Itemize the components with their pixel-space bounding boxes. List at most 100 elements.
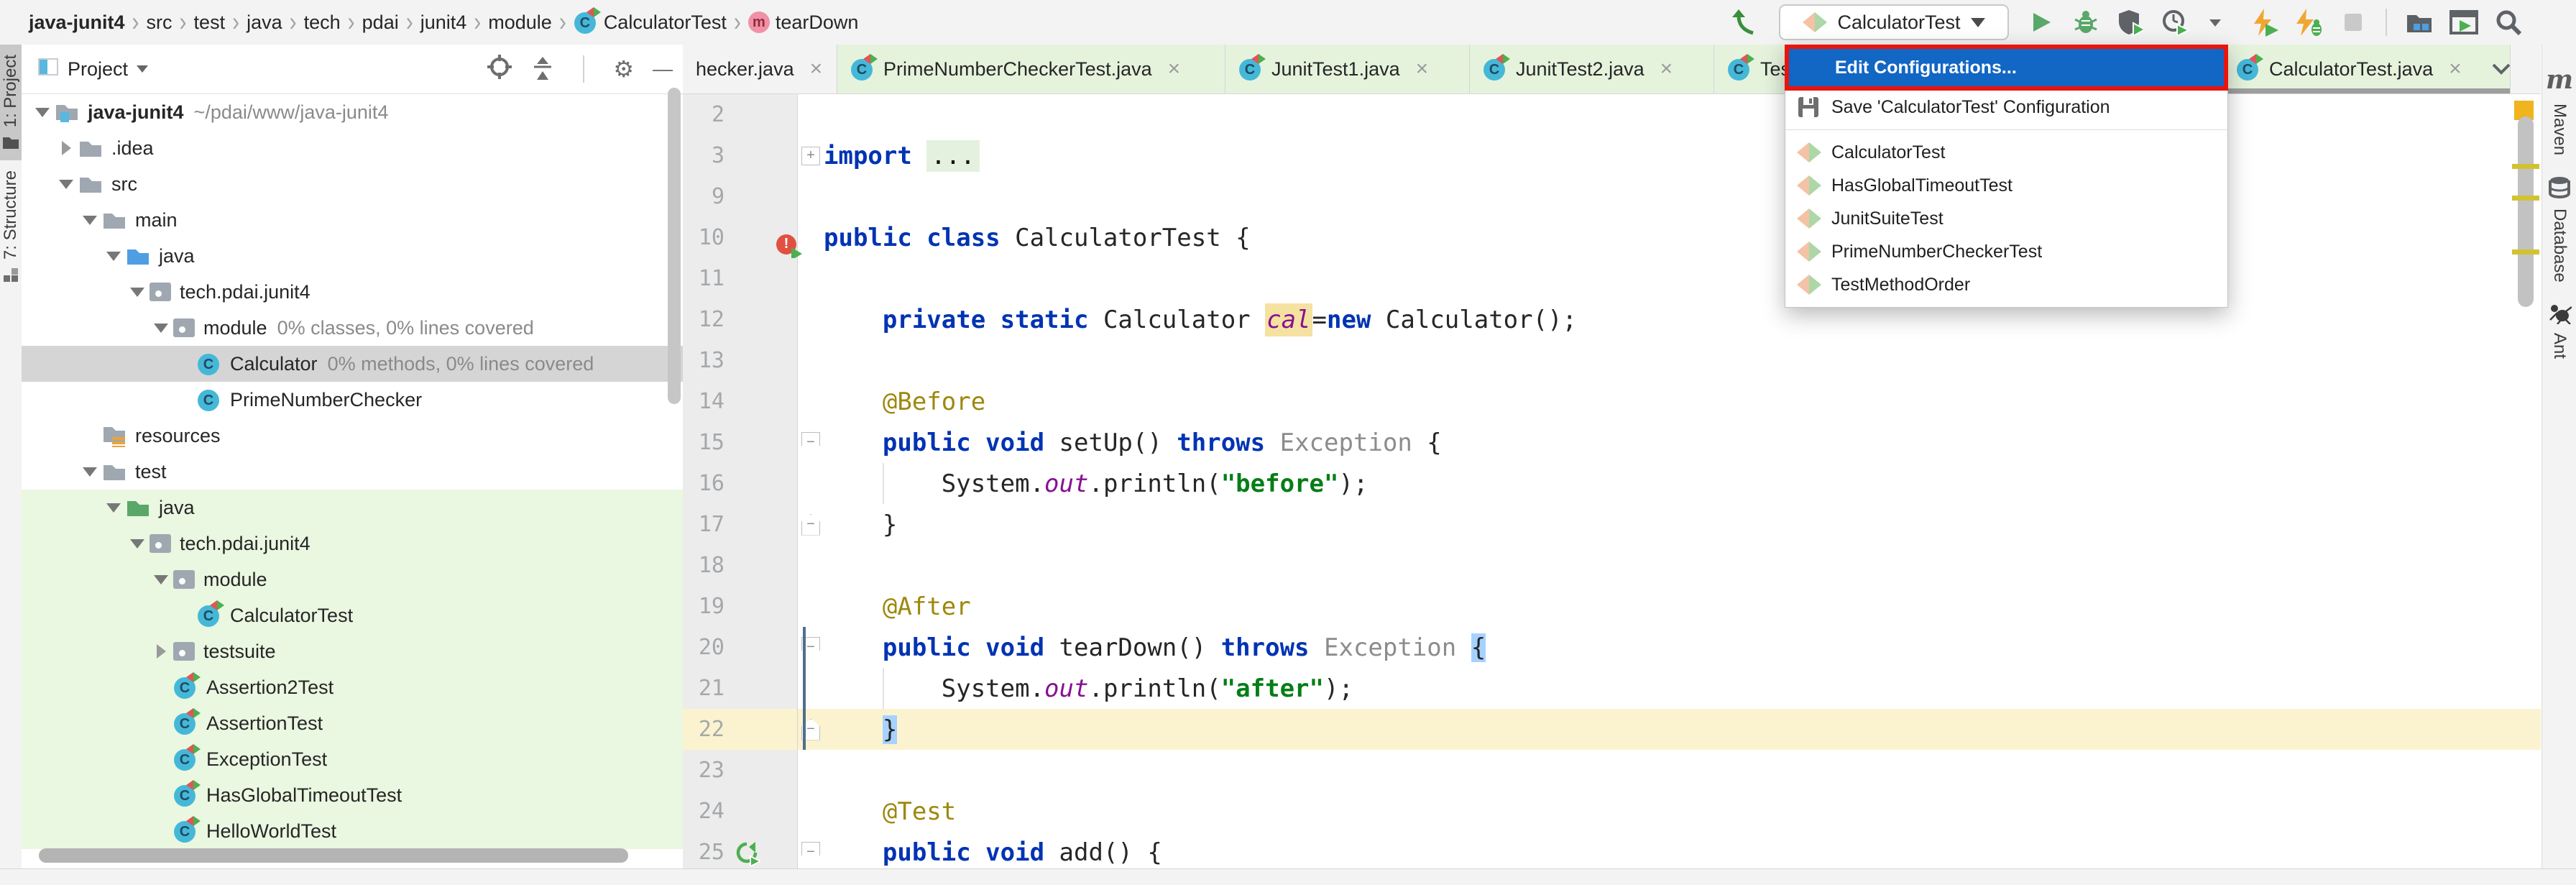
tree-expanded-arrow-icon[interactable] [101, 252, 126, 261]
project-horizontal-scrollbar[interactable] [39, 848, 628, 863]
tab-list-chevron-icon[interactable] [2487, 55, 2516, 83]
menu-item-edit-configurations[interactable]: Edit Configurations... [1785, 45, 2228, 91]
menu-item-hasglobaltimeouttest[interactable]: HasGlobalTimeoutTest [1785, 169, 2227, 202]
menu-item-primenumbercheckertest[interactable]: PrimeNumberCheckerTest [1785, 235, 2227, 268]
fold-collapse-icon[interactable]: − [801, 842, 820, 863]
project-header-locate-button[interactable] [487, 54, 512, 85]
run-window-button[interactable] [2448, 6, 2480, 38]
tab-close-icon[interactable]: × [2449, 57, 2462, 81]
warning-stripe-mark[interactable] [2512, 249, 2539, 255]
stop-button[interactable] [2337, 6, 2369, 38]
profile-arrow-button[interactable] [2204, 6, 2235, 38]
project-view-selector[interactable]: Project [37, 58, 148, 81]
breadcrumb-item-java-junit4[interactable]: java-junit4 [29, 12, 125, 34]
tab-PrimeNumberCheckerTest-java[interactable]: CPrimeNumberCheckerTest.java× [837, 45, 1225, 93]
tree-row-test[interactable]: test [22, 454, 683, 490]
junit-icon [1797, 175, 1821, 196]
stripe-button-ant[interactable]: Ant [2542, 303, 2576, 359]
tree-row-Assertion2Test[interactable]: CAssertion2Test [22, 669, 683, 705]
test-passed-rerun-icon[interactable] [735, 840, 760, 868]
project-header-hide-button[interactable]: — [653, 58, 673, 81]
vcs-update-button[interactable] [1728, 6, 1760, 38]
warning-stripe-mark[interactable] [2512, 164, 2539, 169]
editor-scrollbar[interactable] [2518, 116, 2534, 307]
warning-stripe-mark[interactable] [2512, 196, 2539, 201]
tree-row-HasGlobalTimeoutTest[interactable]: CHasGlobalTimeoutTest [22, 777, 683, 813]
breadcrumb-item-test[interactable]: test [194, 12, 226, 34]
menu-item-calculatortest[interactable]: CalculatorTest [1785, 136, 2227, 169]
tab-close-icon[interactable]: × [1168, 57, 1181, 81]
tree-row-tech-pdai-junit4[interactable]: tech.pdai.junit4 [22, 526, 683, 561]
tree-expanded-arrow-icon[interactable] [30, 108, 55, 117]
stripe-button-7-structure[interactable]: 7: Structure [0, 160, 22, 293]
tree-row--idea[interactable]: .idea [22, 130, 683, 166]
code-editor[interactable]: 23+import ...910!public class Calculator… [683, 94, 2541, 868]
stripe-button-database[interactable]: Database [2542, 175, 2576, 283]
breadcrumb-item-pdai[interactable]: pdai [362, 12, 399, 34]
stripe-button-1-project[interactable]: 1: Project [0, 45, 22, 160]
debug-lightning-button[interactable] [2293, 6, 2324, 38]
debug-button[interactable] [2070, 6, 2102, 38]
tree-expanded-arrow-icon[interactable] [149, 575, 173, 584]
menu-item-junitsuitetest[interactable]: JunitSuiteTest [1785, 202, 2227, 235]
rerun-lightning-button[interactable] [2248, 6, 2280, 38]
breadcrumb-item-tech[interactable]: tech [304, 12, 341, 34]
test-failed-run-icon[interactable]: ! [776, 234, 801, 259]
fold-expand-icon[interactable]: + [801, 147, 820, 165]
tree-row-module[interactable]: module [22, 561, 683, 597]
breadcrumb-item-java[interactable]: java [247, 12, 282, 34]
run-button[interactable] [2025, 6, 2057, 38]
tree-row-module[interactable]: module0% classes, 0% lines covered [22, 310, 683, 346]
profile-button[interactable] [2159, 6, 2191, 38]
tree-row-resources[interactable]: resources [22, 418, 683, 454]
tree-collapsed-arrow-icon[interactable] [54, 141, 78, 155]
breadcrumb-item-module[interactable]: module [488, 12, 552, 34]
tree-row-java-junit4[interactable]: java-junit4~/pdai/www/java-junit4 [22, 94, 683, 130]
fold-collapse-icon[interactable]: − [801, 514, 820, 536]
fold-collapse-icon[interactable]: − [801, 432, 820, 454]
tab-close-icon[interactable]: × [810, 57, 823, 81]
tree-row-HelloWorldTest[interactable]: CHelloWorldTest [22, 813, 683, 849]
tree-expanded-arrow-icon[interactable] [125, 288, 150, 297]
tab-JunitTest2-java[interactable]: CJunitTest2.java× [1470, 45, 1714, 93]
tree-row-src[interactable]: src [22, 166, 683, 202]
menu-item-testmethodorder[interactable]: TestMethodOrder [1785, 268, 2227, 301]
tree-row-PrimeNumberChecker[interactable]: CPrimeNumberChecker [22, 382, 683, 418]
tree-expanded-arrow-icon[interactable] [78, 216, 102, 225]
tree-expanded-arrow-icon[interactable] [78, 467, 102, 477]
breadcrumb-item-junit4[interactable]: junit4 [420, 12, 467, 34]
project-vertical-scrollbar[interactable] [668, 88, 681, 404]
tree-row-ExceptionTest[interactable]: CExceptionTest [22, 741, 683, 777]
tree-collapsed-arrow-icon[interactable] [149, 644, 173, 659]
project-header-collapse-all-button[interactable] [531, 54, 554, 85]
stripe-button-maven[interactable]: mMaven [2542, 65, 2576, 155]
tree-row-java[interactable]: java [22, 238, 683, 274]
search-button[interactable] [2493, 6, 2524, 38]
project-header-gear-button[interactable]: ⚙ [613, 55, 634, 83]
tree-expanded-arrow-icon[interactable] [125, 539, 150, 549]
tree-expanded-arrow-icon[interactable] [54, 180, 78, 189]
tree-expanded-arrow-icon[interactable] [101, 503, 126, 513]
tree-row-AssertionTest[interactable]: CAssertionTest [22, 705, 683, 741]
breadcrumb-item-tearDown[interactable]: mtearDown [748, 12, 859, 34]
tab-hecker-java[interactable]: hecker.java× [683, 45, 837, 93]
tree-row-java[interactable]: java [22, 490, 683, 526]
code-token [824, 797, 883, 826]
breadcrumb-item-src[interactable]: src [147, 12, 172, 34]
tree-row-testsuite[interactable]: testsuite [22, 633, 683, 669]
tab-JunitTest1-java[interactable]: CJunitTest1.java× [1225, 45, 1470, 93]
tree-row-Calculator[interactable]: CCalculator0% methods, 0% lines covered [22, 346, 683, 382]
run-configuration-combo[interactable]: CalculatorTest [1779, 4, 2009, 40]
code-token: { [1412, 428, 1442, 457]
tab-close-icon[interactable]: × [1660, 57, 1673, 81]
breadcrumb-item-CalculatorTest[interactable]: CCalculatorTest [574, 10, 727, 35]
tree-row-main[interactable]: main [22, 202, 683, 238]
tree-expanded-arrow-icon[interactable] [149, 324, 173, 333]
tab-CalculatorTest-java[interactable]: CCalculatorTest.java× [2223, 45, 2511, 93]
tree-row-CalculatorTest[interactable]: CCalculatorTest [22, 597, 683, 633]
tree-row-tech-pdai-junit4[interactable]: tech.pdai.junit4 [22, 274, 683, 310]
tab-close-icon[interactable]: × [1416, 57, 1429, 81]
menu-item-save-calculatortest-configuration[interactable]: Save 'CalculatorTest' Configuration [1785, 91, 2227, 124]
project-structure-button[interactable] [2404, 6, 2435, 38]
coverage-button[interactable] [2115, 6, 2146, 38]
